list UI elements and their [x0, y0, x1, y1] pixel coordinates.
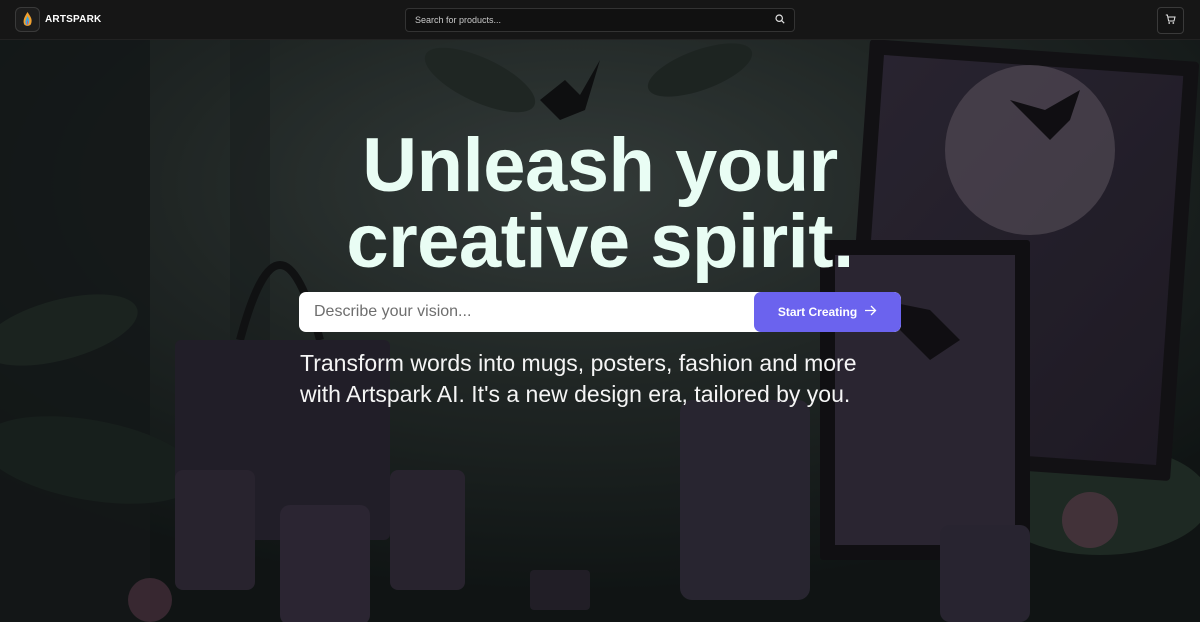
brand-name: ARTSPARK — [45, 14, 102, 25]
top-nav: ARTSPARK Search for products... — [0, 0, 1200, 40]
arrow-right-icon — [864, 305, 877, 319]
headline-line-1: Unleash your — [362, 123, 838, 208]
logo-icon — [15, 7, 40, 32]
hero-subtext: Transform words into mugs, posters, fash… — [300, 348, 920, 410]
vision-prompt-box: Start Creating — [299, 292, 901, 332]
start-creating-button[interactable]: Start Creating — [754, 292, 901, 332]
subtext-line-1: Transform words into mugs, posters, fash… — [300, 350, 857, 376]
search-input[interactable]: Search for products... — [415, 15, 775, 25]
hero-headline: Unleash your creative spirit. — [0, 128, 1200, 280]
cart-icon — [1165, 12, 1176, 30]
search-icon[interactable] — [775, 11, 785, 29]
hero-section: Unleash your creative spirit. Start Crea… — [0, 40, 1200, 622]
product-search[interactable]: Search for products... — [405, 8, 795, 32]
vision-input[interactable] — [299, 292, 754, 332]
start-creating-label: Start Creating — [777, 305, 858, 319]
headline-line-2: creative spirit. — [346, 199, 854, 284]
subtext-line-2: with Artspark AI. It's a new design era,… — [300, 381, 851, 407]
brand-logo-link[interactable]: ARTSPARK — [15, 7, 101, 32]
cart-button[interactable] — [1157, 7, 1184, 34]
